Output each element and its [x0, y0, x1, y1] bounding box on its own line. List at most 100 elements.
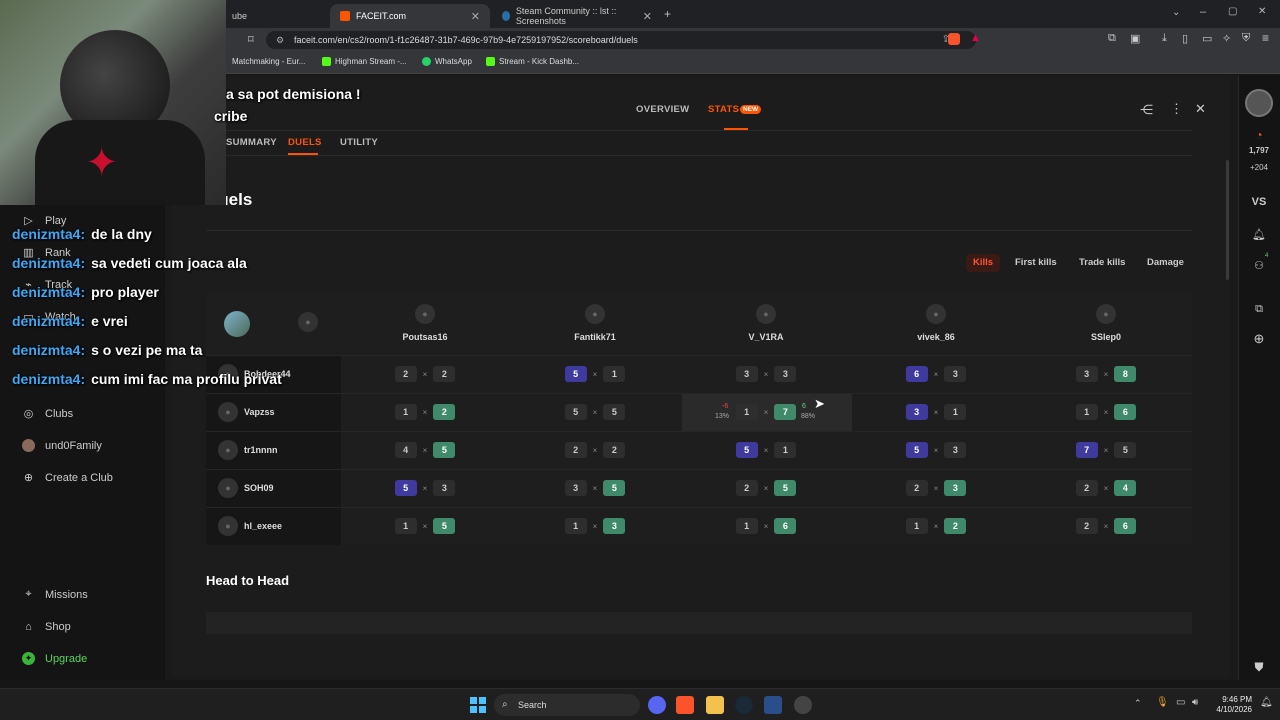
- filter-damage[interactable]: Damage: [1140, 254, 1191, 272]
- more-options-icon[interactable]: ⋮: [1170, 101, 1183, 117]
- subtab-duels[interactable]: DUELS: [288, 137, 322, 148]
- screenshot-icon[interactable]: ▣: [1130, 32, 1140, 45]
- site-settings-icon[interactable]: ⚙: [276, 31, 284, 49]
- app-icon[interactable]: [794, 696, 812, 714]
- maximize-icon[interactable]: ▢: [1228, 6, 1237, 17]
- nav-missions[interactable]: ⌖ Missions: [22, 588, 87, 601]
- vpn-icon[interactable]: ⛨: [1242, 32, 1250, 45]
- wallet-icon[interactable]: ▭: [1202, 32, 1212, 45]
- add-icon[interactable]: ⊕: [1238, 331, 1280, 347]
- duel-cell[interactable]: 5 × 1: [510, 365, 680, 383]
- anticheat-icon[interactable]: ⛊: [1238, 660, 1280, 675]
- app-icon[interactable]: [764, 696, 782, 714]
- duel-cell[interactable]: 2 × 4: [1021, 479, 1191, 497]
- file-explorer-icon[interactable]: [706, 696, 724, 714]
- parties-icon[interactable]: ⧉: [1238, 303, 1280, 316]
- close-tab-icon[interactable]: ✕: [471, 10, 480, 23]
- duel-cell[interactable]: 3 × 5: [510, 479, 680, 497]
- bookmark-matchmaking[interactable]: Matchmaking - Eur...: [232, 57, 305, 66]
- duel-cell[interactable]: 2 × 2: [510, 441, 680, 459]
- duel-cell[interactable]: 2 × 3: [851, 479, 1021, 497]
- tab-overview[interactable]: OVERVIEW: [636, 104, 689, 115]
- close-tab-icon[interactable]: ✕: [643, 10, 652, 23]
- duel-cell[interactable]: 1 × 3: [510, 517, 680, 535]
- vs-button[interactable]: VS: [1238, 196, 1280, 208]
- network-icon[interactable]: ▭: [1176, 697, 1185, 708]
- column-header-player[interactable]: V_V1RA: [681, 332, 851, 342]
- close-icon[interactable]: ✕: [1195, 101, 1206, 117]
- duel-cell[interactable]: 1 × 6: [681, 517, 851, 535]
- bookmark-kick-dashboard[interactable]: Stream - Kick Dashb...: [486, 57, 579, 66]
- row-player-name[interactable]: Vapzss: [244, 407, 275, 417]
- row-player-name[interactable]: tr1nnnn: [244, 445, 278, 455]
- browser-tab-steam[interactable]: Steam Community :: lst :: Screenshots ✕: [492, 4, 662, 28]
- duel-cell[interactable]: 1 × 2: [340, 403, 510, 421]
- bookmark-whatsapp[interactable]: WhatsApp: [422, 57, 472, 66]
- column-header-player[interactable]: Fantikk71: [510, 332, 680, 342]
- duel-cell[interactable]: 3 × 3: [681, 365, 851, 383]
- friends-icon[interactable]: ⚇: [1238, 259, 1280, 272]
- nav-clubs[interactable]: ◎ Clubs: [22, 407, 73, 421]
- share-icon[interactable]: ⋲: [1140, 102, 1153, 118]
- bookmark-icon[interactable]: ⌑: [248, 33, 254, 46]
- duel-cell[interactable]: 2 × 6: [1021, 517, 1191, 535]
- duel-cell[interactable]: 1 × 5: [340, 517, 510, 535]
- brave-shield-icon[interactable]: [948, 33, 960, 45]
- taskbar-search[interactable]: ⌕ Search: [494, 694, 640, 716]
- nav-club-und0family[interactable]: und0Family: [22, 439, 102, 452]
- download-icon[interactable]: ⤓: [1162, 32, 1167, 45]
- minimize-icon[interactable]: –: [1200, 6, 1206, 18]
- filter-kills[interactable]: Kills: [966, 254, 1001, 272]
- duel-cell[interactable]: 5 × 5: [510, 403, 680, 421]
- subtab-summary[interactable]: SUMMARY: [226, 137, 277, 148]
- notification-center-icon[interactable]: 🔔︎: [1260, 697, 1273, 708]
- duel-cell[interactable]: 3 × 1: [851, 403, 1021, 421]
- notifications-icon[interactable]: 🔔︎: [1238, 228, 1280, 241]
- duel-cell[interactable]: 5 × 1: [681, 441, 851, 459]
- duel-cell[interactable]: 6 × 3: [851, 365, 1021, 383]
- duel-cell[interactable]: 7 × 5: [1021, 441, 1191, 459]
- steam-icon[interactable]: [735, 696, 753, 714]
- tab-list-icon[interactable]: ⌄: [1172, 7, 1180, 18]
- nav-shop[interactable]: ⌂ Shop: [22, 620, 71, 633]
- duel-cell[interactable]: 5 × 3: [340, 479, 510, 497]
- column-header-player[interactable]: vivek_86: [851, 332, 1021, 342]
- duel-cell[interactable]: 1 × 6: [1021, 403, 1191, 421]
- volume-icon[interactable]: 🔊︎: [1192, 697, 1198, 708]
- brave-icon[interactable]: [676, 696, 694, 714]
- user-avatar[interactable]: [1245, 89, 1273, 117]
- menu-icon[interactable]: ≡: [1262, 31, 1269, 45]
- nav-upgrade[interactable]: ✦ Upgrade: [22, 652, 87, 665]
- microphone-icon[interactable]: 🎙︎: [1156, 697, 1169, 708]
- duel-cell[interactable]: 1 × 7: [681, 403, 851, 421]
- row-player-name[interactable]: hl_exeee: [244, 521, 282, 531]
- duel-cell[interactable]: 4 × 5: [340, 441, 510, 459]
- column-header-player[interactable]: Poutsas16: [340, 332, 510, 342]
- url-field[interactable]: ⚙ faceit.com/en/cs2/room/1-f1c26487-31b7…: [266, 31, 976, 49]
- duel-cell[interactable]: 1 × 2: [851, 517, 1021, 535]
- row-player-name[interactable]: SOH09: [244, 483, 274, 493]
- duel-cell[interactable]: 2 × 5: [681, 479, 851, 497]
- clock[interactable]: 9:46 PM 4/10/2026: [1212, 695, 1252, 715]
- filter-trade-kills[interactable]: Trade kills: [1072, 254, 1132, 272]
- column-header-player[interactable]: SSlep0: [1021, 332, 1191, 342]
- new-tab-icon[interactable]: +: [664, 7, 671, 21]
- tray-chevron-icon[interactable]: ⌃: [1134, 698, 1142, 709]
- extensions-icon[interactable]: ⧉: [1108, 32, 1116, 45]
- sidebar-icon[interactable]: ▯: [1182, 32, 1188, 45]
- leo-icon[interactable]: ✧: [1222, 32, 1231, 45]
- duel-cell[interactable]: 3 × 8: [1021, 365, 1191, 383]
- discord-icon[interactable]: [648, 696, 666, 714]
- bookmark-highman[interactable]: Highman Stream -...: [322, 57, 407, 66]
- duel-cell[interactable]: 5 × 3: [851, 441, 1021, 459]
- duel-cell[interactable]: 2 × 2: [340, 365, 510, 383]
- browser-tab-youtube[interactable]: ube: [222, 4, 328, 28]
- subtab-utility[interactable]: UTILITY: [340, 137, 378, 148]
- browser-tab-faceit[interactable]: FACEIT.com ✕: [330, 4, 490, 28]
- close-window-icon[interactable]: ✕: [1258, 6, 1266, 17]
- nav-create-club[interactable]: ⊕ Create a Club: [22, 471, 113, 485]
- scrollbar[interactable]: [1226, 160, 1229, 280]
- brave-rewards-icon[interactable]: ▲: [970, 32, 981, 44]
- start-icon[interactable]: [470, 697, 486, 713]
- tab-stats[interactable]: STATS: [708, 104, 739, 115]
